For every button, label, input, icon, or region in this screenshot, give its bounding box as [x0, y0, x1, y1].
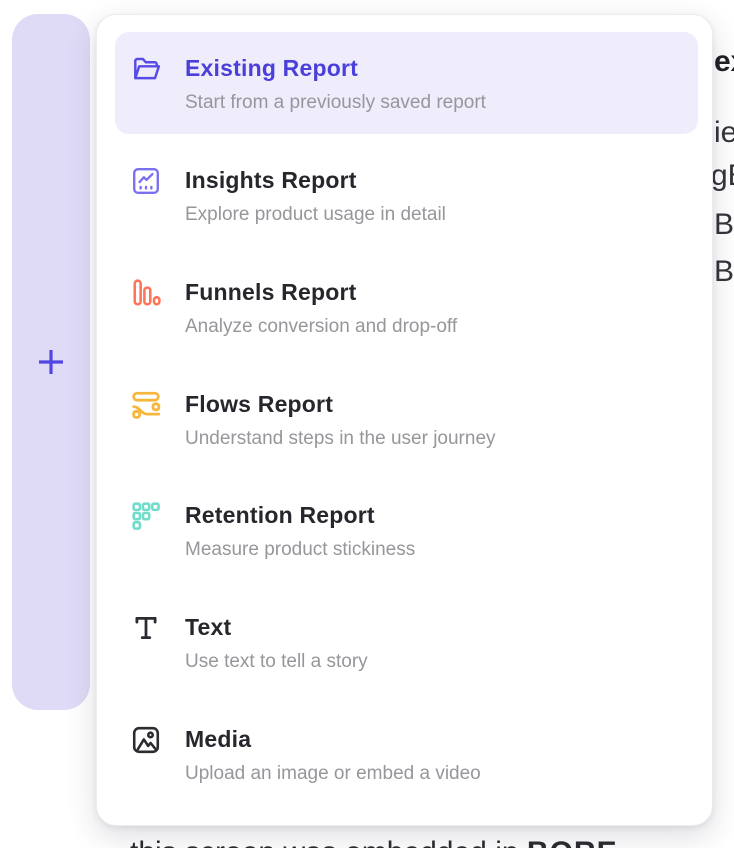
menu-item-text: Text Use text to tell a story — [185, 613, 368, 675]
menu-item-title: Retention Report — [185, 501, 415, 529]
page: ex ie gB B B this screen was embedded in… — [0, 0, 734, 848]
insights-chart-icon — [131, 166, 161, 196]
media-image-icon — [131, 725, 161, 755]
flows-icon — [131, 390, 161, 420]
background-bottom-text-normal: this screen was embedded in — [130, 836, 519, 848]
background-bottom-text: this screen was embedded in BORE — [130, 835, 618, 848]
add-content-button[interactable] — [12, 14, 90, 710]
menu-item-retention-report[interactable]: Retention Report Measure product stickin… — [115, 479, 698, 581]
menu-item-funnels-report[interactable]: Funnels Report Analyze conversion and dr… — [115, 256, 698, 358]
menu-item-title: Insights Report — [185, 166, 446, 194]
add-content-menu: Existing Report Start from a previously … — [96, 14, 713, 826]
menu-item-text: Media Upload an image or embed a video — [185, 725, 481, 787]
menu-item-title: Media — [185, 725, 481, 753]
menu-item-subtitle: Use text to tell a story — [185, 649, 368, 675]
folder-open-icon — [131, 54, 161, 84]
menu-item-media[interactable]: Media Upload an image or embed a video — [115, 703, 698, 805]
menu-item-text: Flows Report Understand steps in the use… — [185, 390, 496, 452]
menu-item-subtitle: Understand steps in the user journey — [185, 426, 496, 452]
menu-item-text: Insights Report Explore product usage in… — [185, 166, 446, 228]
menu-item-title: Existing Report — [185, 54, 486, 82]
menu-item-subtitle: Explore product usage in detail — [185, 202, 446, 228]
menu-item-title: Text — [185, 613, 368, 641]
menu-item-flows-report[interactable]: Flows Report Understand steps in the use… — [115, 368, 698, 470]
menu-item-title: Flows Report — [185, 390, 496, 418]
background-bottom-text-bold: BORE — [527, 836, 618, 848]
background-text-fragment: ie — [714, 118, 734, 148]
menu-item-existing-report[interactable]: Existing Report Start from a previously … — [115, 32, 698, 134]
plus-icon — [34, 345, 68, 379]
menu-item-subtitle: Start from a previously saved report — [185, 90, 486, 116]
background-text-fragment: B — [714, 257, 734, 287]
menu-item-text: Retention Report Measure product stickin… — [185, 501, 415, 563]
background-text-fragment: B — [714, 210, 734, 240]
menu-item-subtitle: Analyze conversion and drop-off — [185, 314, 457, 340]
retention-grid-icon — [131, 501, 161, 531]
text-icon — [131, 613, 161, 643]
funnel-bars-icon — [131, 278, 161, 308]
menu-item-text: Existing Report Start from a previously … — [185, 54, 486, 116]
menu-item-text: Funnels Report Analyze conversion and dr… — [185, 278, 457, 340]
menu-item-subtitle: Upload an image or embed a video — [185, 761, 481, 787]
menu-item-insights-report[interactable]: Insights Report Explore product usage in… — [115, 144, 698, 246]
menu-item-subtitle: Measure product stickiness — [185, 537, 415, 563]
menu-item-text-block[interactable]: Text Use text to tell a story — [115, 591, 698, 693]
menu-item-title: Funnels Report — [185, 278, 457, 306]
background-text-fragment: gB — [711, 161, 734, 191]
background-text-fragment: ex — [714, 47, 734, 77]
